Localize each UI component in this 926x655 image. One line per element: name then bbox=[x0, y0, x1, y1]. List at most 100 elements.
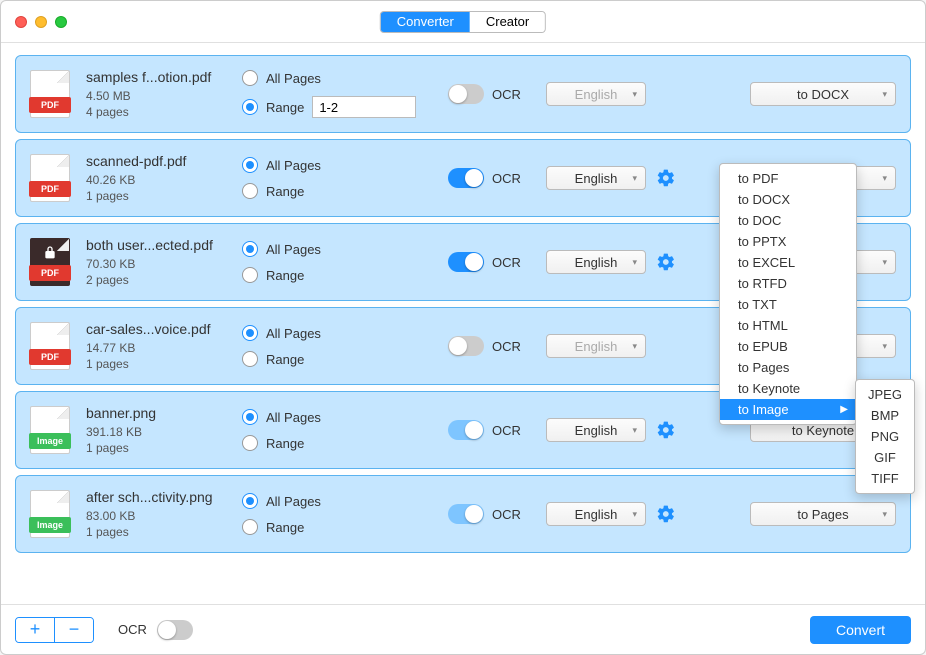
close-button[interactable] bbox=[15, 16, 27, 28]
ocr-label: OCR bbox=[492, 87, 521, 102]
range-radio[interactable] bbox=[242, 351, 258, 367]
language-select[interactable]: English ▾ bbox=[546, 250, 646, 274]
settings-gear-icon[interactable] bbox=[656, 168, 676, 188]
file-row[interactable]: Image after sch...ctivity.png83.00 KB1 pa… bbox=[15, 475, 911, 553]
ocr-label: OCR bbox=[492, 339, 521, 354]
file-info: after sch...ctivity.png83.00 KB1 pages bbox=[86, 489, 226, 539]
menu-item[interactable]: to Pages bbox=[720, 357, 856, 378]
menu-item[interactable]: to PDF bbox=[720, 168, 856, 189]
all-pages-label: All Pages bbox=[266, 71, 321, 86]
output-format-select[interactable]: to DOCX▾ bbox=[750, 82, 896, 106]
file-name: samples f...otion.pdf bbox=[86, 69, 226, 85]
file-pages: 1 pages bbox=[86, 189, 226, 203]
page-selection: All PagesRange bbox=[242, 409, 432, 451]
footer-ocr-toggle[interactable] bbox=[157, 620, 193, 640]
language-select: English▾ bbox=[546, 82, 646, 106]
file-info: car-sales...voice.pdf14.77 KB1 pages bbox=[86, 321, 226, 371]
output-format-select[interactable]: to Pages ▾ bbox=[750, 502, 896, 526]
file-info: scanned-pdf.pdf40.26 KB1 pages bbox=[86, 153, 226, 203]
menu-item[interactable]: to DOCX bbox=[720, 189, 856, 210]
settings-gear-icon[interactable] bbox=[656, 252, 676, 272]
convert-button[interactable]: Convert bbox=[810, 616, 911, 644]
image-file-icon: Image bbox=[30, 406, 70, 454]
chevron-down-icon: ▾ bbox=[632, 257, 637, 268]
language-value: English bbox=[575, 171, 618, 186]
settings-gear-icon[interactable] bbox=[656, 420, 676, 440]
add-file-button[interactable]: + bbox=[16, 618, 54, 642]
menu-item[interactable]: to RTFD bbox=[720, 273, 856, 294]
file-row[interactable]: PDFsamples f...otion.pdf4.50 MB4 pagesAl… bbox=[15, 55, 911, 133]
all-pages-radio[interactable] bbox=[242, 157, 258, 173]
language-value: English bbox=[575, 507, 618, 522]
all-pages-radio[interactable] bbox=[242, 493, 258, 509]
ocr-group: OCR bbox=[448, 168, 530, 188]
language-select[interactable]: English▾ bbox=[546, 166, 646, 190]
page-selection: All PagesRange bbox=[242, 241, 432, 283]
range-radio[interactable] bbox=[242, 435, 258, 451]
ocr-group: OCR bbox=[448, 84, 530, 104]
submenu-item[interactable]: GIF bbox=[856, 447, 914, 468]
submenu-item[interactable]: BMP bbox=[856, 405, 914, 426]
format-submenu[interactable]: JPEGBMPPNGGIFTIFF bbox=[855, 379, 915, 494]
language-select[interactable]: English ▾ bbox=[546, 502, 646, 526]
file-type-badge: PDF bbox=[29, 181, 71, 197]
menu-item[interactable]: to EXCEL bbox=[720, 252, 856, 273]
file-type-badge: Image bbox=[29, 517, 71, 533]
submenu-item[interactable]: PNG bbox=[856, 426, 914, 447]
tab-converter[interactable]: Converter bbox=[381, 12, 470, 32]
file-type-badge: PDF bbox=[29, 349, 71, 365]
range-radio[interactable] bbox=[242, 519, 258, 535]
ocr-toggle[interactable] bbox=[448, 84, 484, 104]
minimize-button[interactable] bbox=[35, 16, 47, 28]
range-input[interactable] bbox=[312, 96, 416, 118]
ocr-toggle[interactable] bbox=[448, 504, 484, 524]
range-radio[interactable] bbox=[242, 99, 258, 115]
all-pages-radio[interactable] bbox=[242, 325, 258, 341]
menu-item[interactable]: to EPUB bbox=[720, 336, 856, 357]
format-value: to Pages bbox=[797, 507, 848, 522]
range-label: Range bbox=[266, 520, 304, 535]
chevron-down-icon: ▾ bbox=[632, 509, 637, 520]
submenu-item[interactable]: TIFF bbox=[856, 468, 914, 489]
pdf-file-icon: PDF bbox=[30, 154, 70, 202]
format-value: to DOCX bbox=[797, 87, 849, 102]
tab-creator[interactable]: Creator bbox=[470, 12, 545, 32]
file-size: 14.77 KB bbox=[86, 341, 226, 355]
submenu-item[interactable]: JPEG bbox=[856, 384, 914, 405]
remove-file-button[interactable]: − bbox=[55, 618, 93, 642]
ocr-toggle[interactable] bbox=[448, 168, 484, 188]
chevron-down-icon: ▾ bbox=[882, 173, 887, 184]
all-pages-label: All Pages bbox=[266, 326, 321, 341]
ocr-toggle[interactable] bbox=[448, 420, 484, 440]
menu-item[interactable]: to HTML bbox=[720, 315, 856, 336]
all-pages-radio[interactable] bbox=[242, 70, 258, 86]
all-pages-radio[interactable] bbox=[242, 241, 258, 257]
file-name: both user...ected.pdf bbox=[86, 237, 226, 253]
format-dropdown-menu[interactable]: to PDFto DOCXto DOCto PPTXto EXCELto RTF… bbox=[719, 163, 857, 425]
menu-item[interactable]: to PPTX bbox=[720, 231, 856, 252]
menu-item[interactable]: to DOC bbox=[720, 210, 856, 231]
file-info: samples f...otion.pdf4.50 MB4 pages bbox=[86, 69, 226, 119]
settings-gear-icon[interactable] bbox=[656, 504, 676, 524]
range-label: Range bbox=[266, 100, 304, 115]
file-info: banner.png391.18 KB1 pages bbox=[86, 405, 226, 455]
language-value: English bbox=[575, 255, 618, 270]
ocr-group: OCR bbox=[448, 420, 530, 440]
range-radio[interactable] bbox=[242, 183, 258, 199]
menu-item[interactable]: to Image▶ bbox=[720, 399, 856, 420]
language-select[interactable]: English▾ bbox=[546, 418, 646, 442]
ocr-toggle[interactable] bbox=[448, 252, 484, 272]
file-pages: 1 pages bbox=[86, 441, 226, 455]
chevron-down-icon: ▾ bbox=[882, 509, 887, 520]
maximize-button[interactable] bbox=[55, 16, 67, 28]
ocr-label: OCR bbox=[492, 171, 521, 186]
all-pages-radio[interactable] bbox=[242, 409, 258, 425]
page-selection: All PagesRange bbox=[242, 157, 432, 199]
menu-item[interactable]: to TXT bbox=[720, 294, 856, 315]
chevron-down-icon: ▾ bbox=[632, 89, 637, 100]
ocr-toggle[interactable] bbox=[448, 336, 484, 356]
chevron-down-icon: ▾ bbox=[882, 341, 887, 352]
ocr-label: OCR bbox=[492, 423, 521, 438]
range-radio[interactable] bbox=[242, 267, 258, 283]
menu-item[interactable]: to Keynote bbox=[720, 378, 856, 399]
